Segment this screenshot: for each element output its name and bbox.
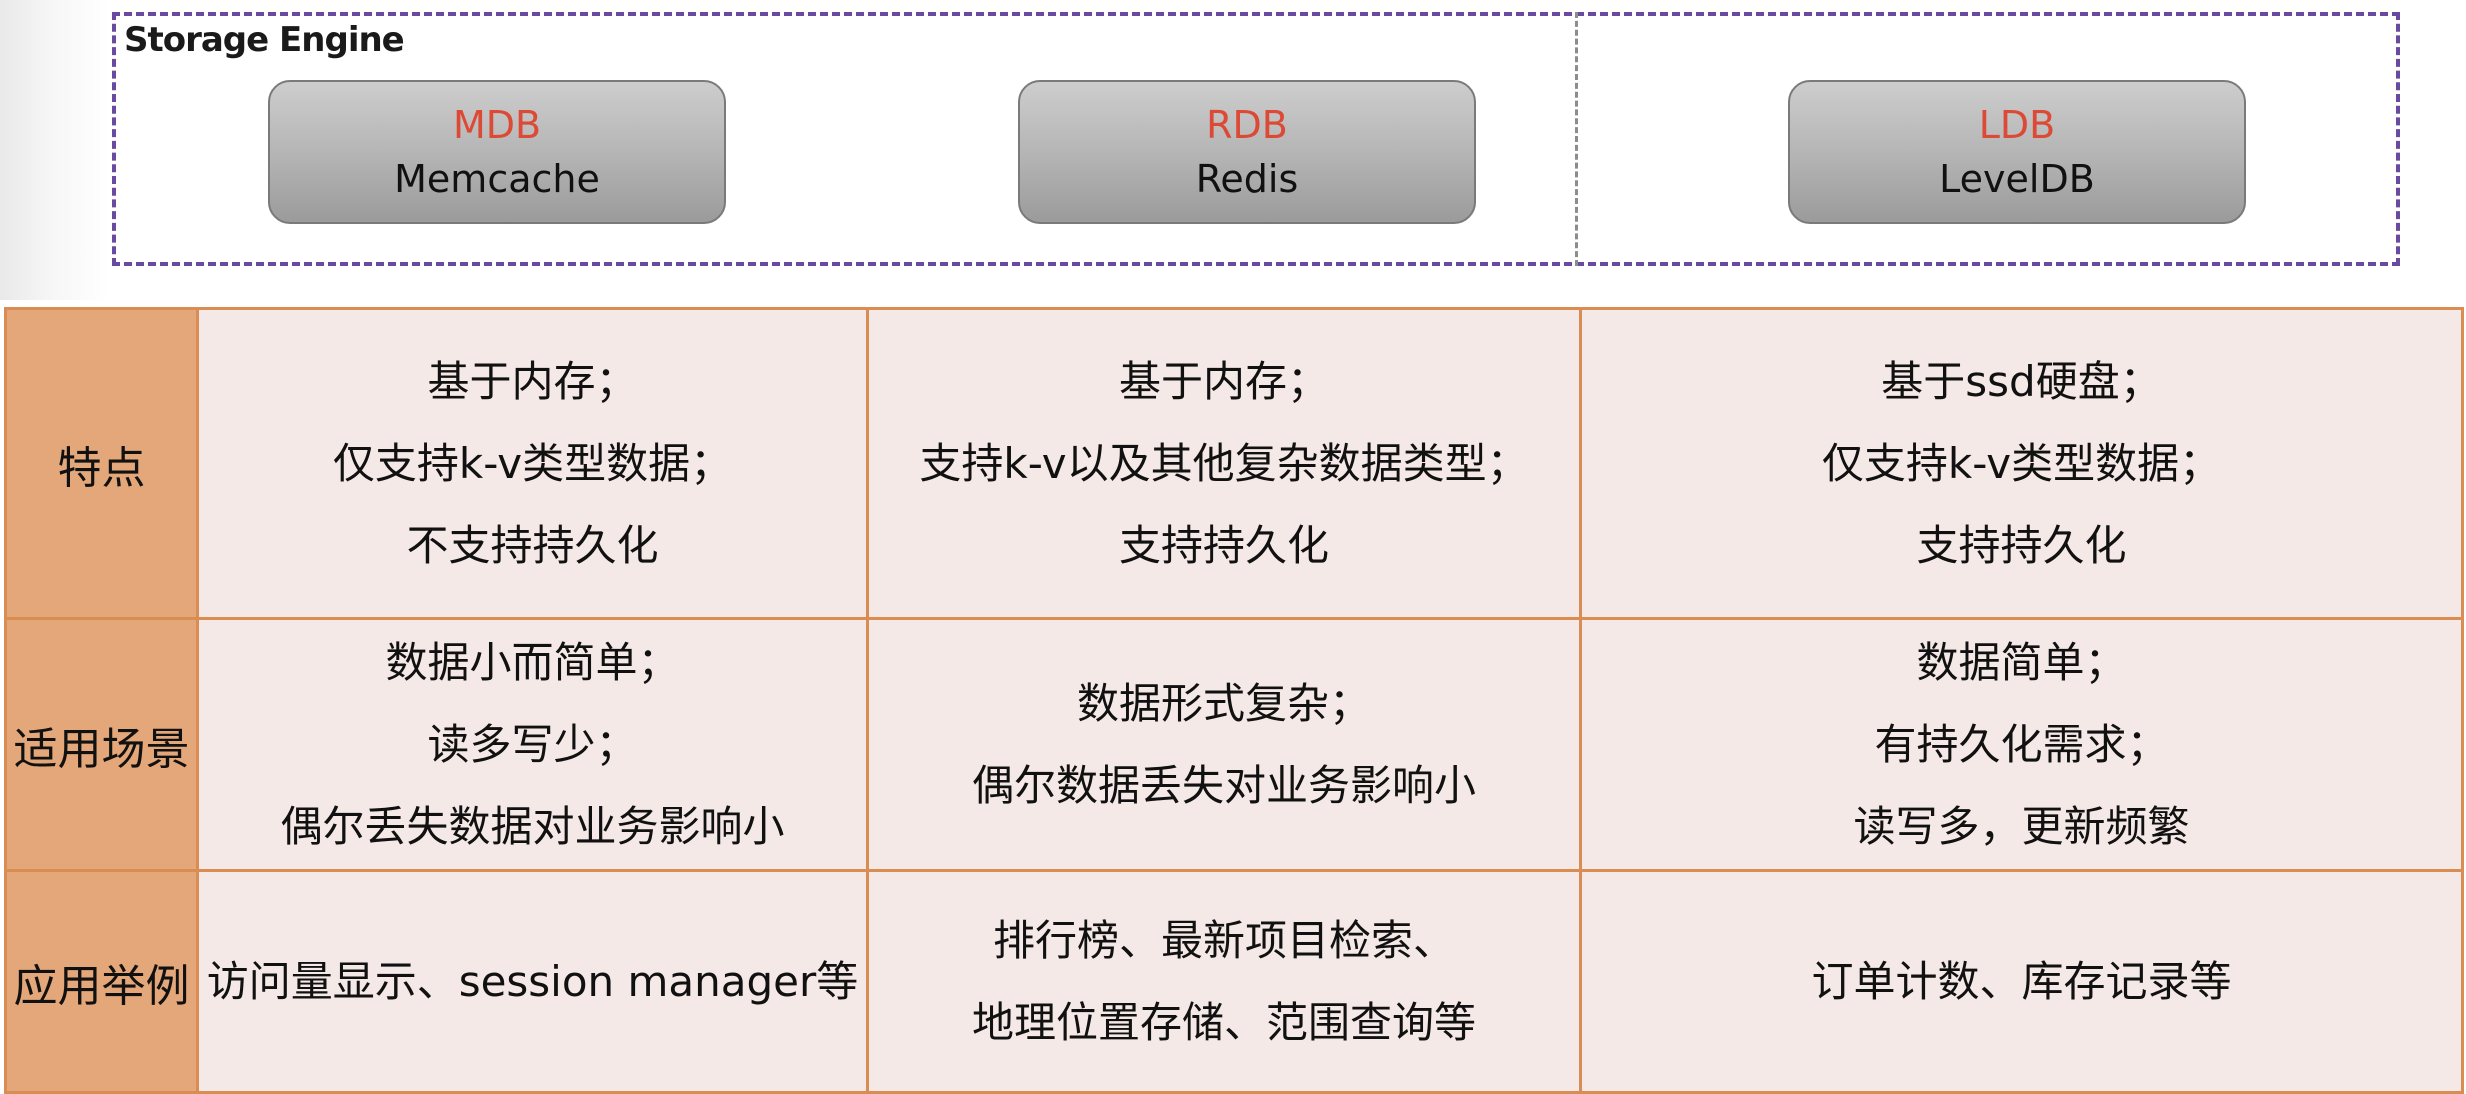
- table-cell: 基于ssd硬盘； 仅支持k-v类型数据； 支持持久化: [1579, 307, 2464, 620]
- cell-line: 仅支持k-v类型数据；: [1821, 438, 2222, 488]
- table-cell: 数据简单； 有持久化需求； 读写多，更新频繁: [1579, 617, 2464, 872]
- left-edge-shade: [0, 0, 110, 300]
- cell-line: 支持持久化: [1118, 520, 1329, 570]
- cell-line: 偶尔丢失数据对业务影响小: [280, 801, 785, 851]
- row-header-examples: 应用举例: [4, 869, 199, 1094]
- cell-line: 数据简单；: [1916, 637, 2127, 687]
- table-cell: 数据形式复杂； 偶尔数据丢失对业务影响小: [866, 617, 1582, 872]
- row-header-scenarios: 适用场景: [4, 617, 199, 872]
- engine-abbr: RDB: [1206, 103, 1288, 147]
- comparison-table: 特点 基于内存； 仅支持k-v类型数据； 不支持持久化 基于内存； 支持k-v以…: [4, 307, 2464, 1094]
- cell-line: 支持持久化: [1916, 520, 2127, 570]
- engine-abbr: MDB: [452, 103, 542, 147]
- table-row-examples: 应用举例 访问量显示、session manager等 排行榜、最新项目检索、 …: [4, 869, 2464, 1094]
- cell-line: 基于内存；: [427, 356, 638, 406]
- table-cell: 基于内存； 支持k-v以及其他复杂数据类型； 支持持久化: [866, 307, 1582, 620]
- cell-line: 基于内存；: [1118, 356, 1329, 406]
- cell-line: 读多写少；: [427, 719, 638, 769]
- table-cell: 访问量显示、session manager等: [196, 869, 869, 1094]
- cell-line: 数据形式复杂；: [1076, 678, 1371, 728]
- table-cell: 订单计数、库存记录等: [1579, 869, 2464, 1094]
- cell-line: 有持久化需求；: [1874, 719, 2169, 769]
- engine-name: Redis: [1195, 157, 1299, 201]
- cell-line: 支持k-v以及其他复杂数据类型；: [919, 438, 1529, 488]
- cell-line: 仅支持k-v类型数据；: [332, 438, 733, 488]
- cell-line: 访问量显示、session manager等: [206, 956, 859, 1006]
- engine-box-rdb: RDB Redis: [1018, 80, 1476, 224]
- table-cell: 基于内存； 仅支持k-v类型数据； 不支持持久化: [196, 307, 869, 620]
- storage-engine-title: Storage Engine: [124, 20, 405, 60]
- cell-line: 偶尔数据丢失对业务影响小: [971, 760, 1476, 810]
- table-cell: 数据小而简单； 读多写少； 偶尔丢失数据对业务影响小: [196, 617, 869, 872]
- row-header-features: 特点: [4, 307, 199, 620]
- table-row-scenarios: 适用场景 数据小而简单； 读多写少； 偶尔丢失数据对业务影响小 数据形式复杂； …: [4, 617, 2464, 872]
- cell-line: 读写多，更新频繁: [1853, 801, 2190, 851]
- table-cell: 排行榜、最新项目检索、 地理位置存储、范围查询等: [866, 869, 1582, 1094]
- cell-line: 订单计数、库存记录等: [1811, 956, 2232, 1006]
- storage-engine-divider: [1575, 12, 1578, 266]
- engine-box-ldb: LDB LevelDB: [1788, 80, 2246, 224]
- cell-line: 数据小而简单；: [385, 637, 680, 687]
- cell-line: 不支持持久化: [406, 520, 659, 570]
- cell-line: 地理位置存储、范围查询等: [971, 997, 1476, 1047]
- cell-line: 排行榜、最新项目检索、: [992, 915, 1455, 965]
- engine-name: LevelDB: [1939, 157, 2095, 201]
- engine-name: Memcache: [394, 157, 600, 201]
- engine-box-mdb: MDB Memcache: [268, 80, 726, 224]
- cell-line: 基于ssd硬盘；: [1881, 356, 2162, 406]
- engine-abbr: LDB: [1978, 103, 2056, 147]
- table-row-features: 特点 基于内存； 仅支持k-v类型数据； 不支持持久化 基于内存； 支持k-v以…: [4, 307, 2464, 620]
